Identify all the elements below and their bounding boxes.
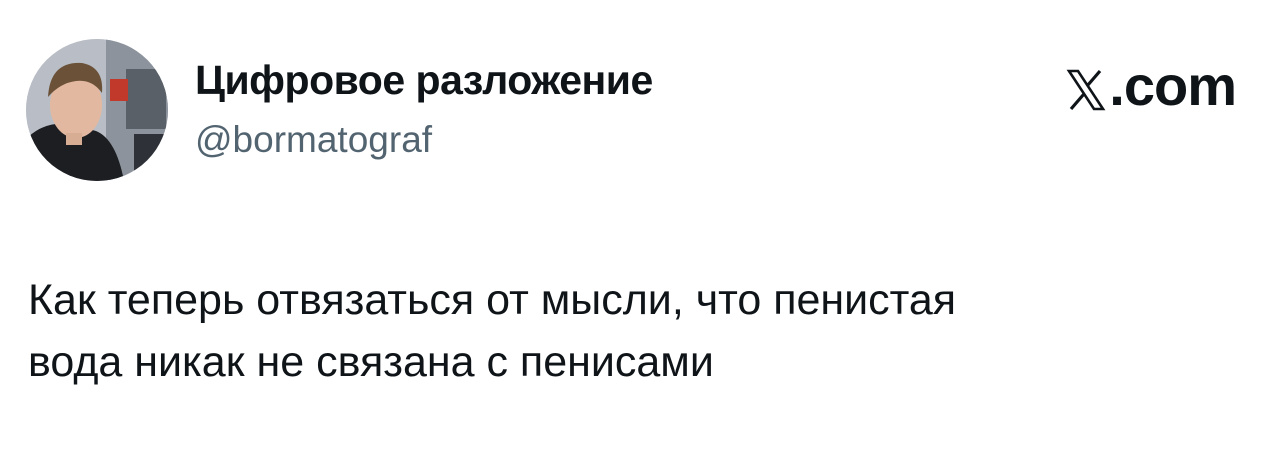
author-handle[interactable]: @bormatograf <box>195 118 432 162</box>
profile-photo <box>26 39 168 181</box>
tweet-card: Цифровое разложение @bormatograf .com Ка… <box>0 0 1284 449</box>
x-logo-icon <box>1066 69 1106 111</box>
avatar[interactable] <box>26 39 168 181</box>
brand-suffix: .com <box>1109 54 1237 117</box>
tweet-text-line-1: Как теперь отвязаться от мысли, что пени… <box>28 276 957 324</box>
brand-logo: .com <box>1066 54 1237 117</box>
tweet-text-line-2: вода никак не связана с пенисами <box>28 338 714 386</box>
tweet-text: Как теперь отвязаться от мысли, что пени… <box>28 269 1258 393</box>
author-display-name[interactable]: Цифровое разложение <box>195 56 653 104</box>
